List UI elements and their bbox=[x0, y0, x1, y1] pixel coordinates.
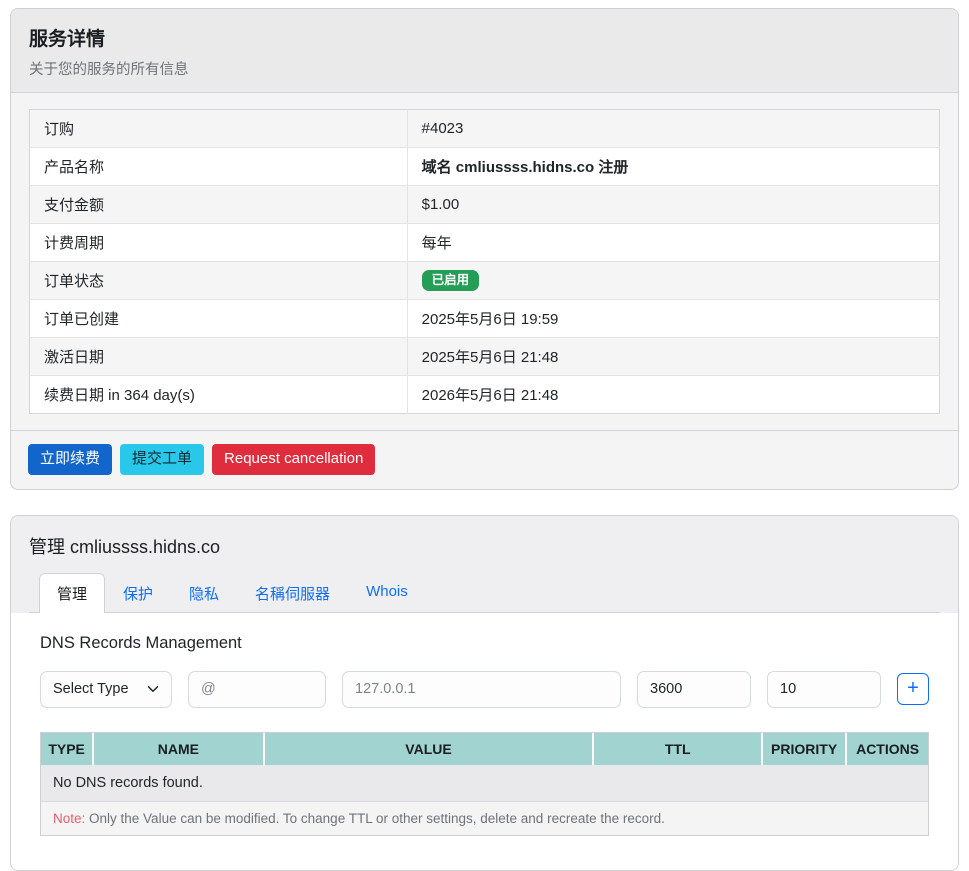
tab-manage[interactable]: 管理 bbox=[39, 573, 105, 613]
table-row-billing-cycle: 计费周期 每年 bbox=[30, 224, 940, 262]
add-record-button[interactable]: + bbox=[897, 673, 929, 705]
column-header-value: VALUE bbox=[265, 733, 595, 765]
service-details-card: 服务详情 关于您的服务的所有信息 订购 #4023 产品名称 域名 cmlius… bbox=[10, 8, 959, 490]
table-row-activation-date: 激活日期 2025年5月6日 21:48 bbox=[30, 338, 940, 376]
table-row-renewal-date: 续费日期 in 364 day(s) 2026年5月6日 21:48 bbox=[30, 376, 940, 414]
tab-privacy[interactable]: 隐私 bbox=[171, 573, 237, 613]
dns-empty-message: No DNS records found. bbox=[41, 765, 928, 801]
manage-title: 管理 cmliussss.hidns.co bbox=[29, 533, 940, 559]
row-label: 激活日期 bbox=[30, 338, 408, 376]
table-row-amount-paid: 支付金额 $1.00 bbox=[30, 186, 940, 224]
record-ttl-input[interactable] bbox=[637, 671, 751, 708]
column-header-name: NAME bbox=[94, 733, 264, 765]
dns-section-heading: DNS Records Management bbox=[40, 634, 929, 653]
table-row-product-name: 产品名称 域名 cmliussss.hidns.co 注册 bbox=[30, 148, 940, 186]
renew-now-button[interactable]: 立即续费 bbox=[28, 444, 112, 475]
dns-records-table: TYPE NAME VALUE TTL PRIORITY ACTIONS No … bbox=[40, 732, 929, 836]
record-value-input[interactable] bbox=[342, 671, 621, 708]
service-info-table: 订购 #4023 产品名称 域名 cmliussss.hidns.co 注册 支… bbox=[29, 109, 940, 414]
row-value: $1.00 bbox=[407, 186, 939, 224]
row-label: 订单状态 bbox=[30, 262, 408, 300]
row-label: 订单已创建 bbox=[30, 300, 408, 338]
table-row-order-created: 订单已创建 2025年5月6日 19:59 bbox=[30, 300, 940, 338]
request-cancellation-button[interactable]: Request cancellation bbox=[212, 444, 375, 475]
row-value: 2025年5月6日 21:48 bbox=[407, 338, 939, 376]
submit-ticket-button[interactable]: 提交工单 bbox=[120, 444, 204, 475]
column-header-ttl: TTL bbox=[594, 733, 763, 765]
column-header-priority: PRIORITY bbox=[763, 733, 847, 765]
dns-table-header-row: TYPE NAME VALUE TTL PRIORITY ACTIONS bbox=[41, 733, 928, 765]
chevron-down-icon bbox=[147, 683, 159, 695]
manage-card-body: DNS Records Management Select Type + TYP… bbox=[11, 613, 958, 870]
tab-protection[interactable]: 保护 bbox=[105, 573, 171, 613]
row-value: #4023 bbox=[407, 110, 939, 148]
tab-nameservers[interactable]: 名稱伺服器 bbox=[237, 573, 348, 613]
record-type-selected-value: Select Type bbox=[53, 681, 129, 697]
row-label: 支付金额 bbox=[30, 186, 408, 224]
row-value: 2026年5月6日 21:48 bbox=[407, 376, 939, 414]
row-value: 2025年5月6日 19:59 bbox=[407, 300, 939, 338]
table-row-order-status: 订单状态 已启用 bbox=[30, 262, 940, 300]
table-row-order-id: 订购 #4023 bbox=[30, 110, 940, 148]
row-value: 域名 cmliussss.hidns.co 注册 bbox=[407, 148, 939, 186]
note-label: Note: bbox=[53, 811, 85, 826]
note-text: Only the Value can be modified. To chang… bbox=[85, 811, 665, 826]
row-value: 已启用 bbox=[407, 262, 939, 300]
page-title: 服务详情 bbox=[29, 24, 940, 51]
status-badge: 已启用 bbox=[422, 270, 480, 291]
row-label: 计费周期 bbox=[30, 224, 408, 262]
column-header-actions: ACTIONS bbox=[847, 733, 928, 765]
service-card-footer: 立即续费 提交工单 Request cancellation bbox=[11, 430, 958, 489]
manage-card-header: 管理 cmliussss.hidns.co 管理 保护 隐私 名稱伺服器 Who… bbox=[11, 516, 958, 613]
service-card-header: 服务详情 关于您的服务的所有信息 bbox=[11, 9, 958, 93]
record-priority-input[interactable] bbox=[767, 671, 881, 708]
plus-icon: + bbox=[907, 678, 919, 698]
tab-bar: 管理 保护 隐私 名稱伺服器 Whois bbox=[29, 573, 940, 613]
column-header-type: TYPE bbox=[41, 733, 94, 765]
page-subtitle: 关于您的服务的所有信息 bbox=[29, 58, 940, 79]
dns-add-record-form: Select Type + bbox=[40, 671, 929, 708]
row-label: 产品名称 bbox=[30, 148, 408, 186]
dns-note: Note: Only the Value can be modified. To… bbox=[41, 801, 928, 835]
manage-domain-card: 管理 cmliussss.hidns.co 管理 保护 隐私 名稱伺服器 Who… bbox=[10, 515, 959, 871]
row-value: 每年 bbox=[407, 224, 939, 262]
row-label: 订购 bbox=[30, 110, 408, 148]
row-label: 续费日期 in 364 day(s) bbox=[30, 376, 408, 414]
record-name-input[interactable] bbox=[188, 671, 326, 708]
service-card-body: 订购 #4023 产品名称 域名 cmliussss.hidns.co 注册 支… bbox=[11, 93, 958, 430]
record-type-select[interactable]: Select Type bbox=[40, 671, 172, 708]
tab-whois[interactable]: Whois bbox=[348, 573, 426, 613]
